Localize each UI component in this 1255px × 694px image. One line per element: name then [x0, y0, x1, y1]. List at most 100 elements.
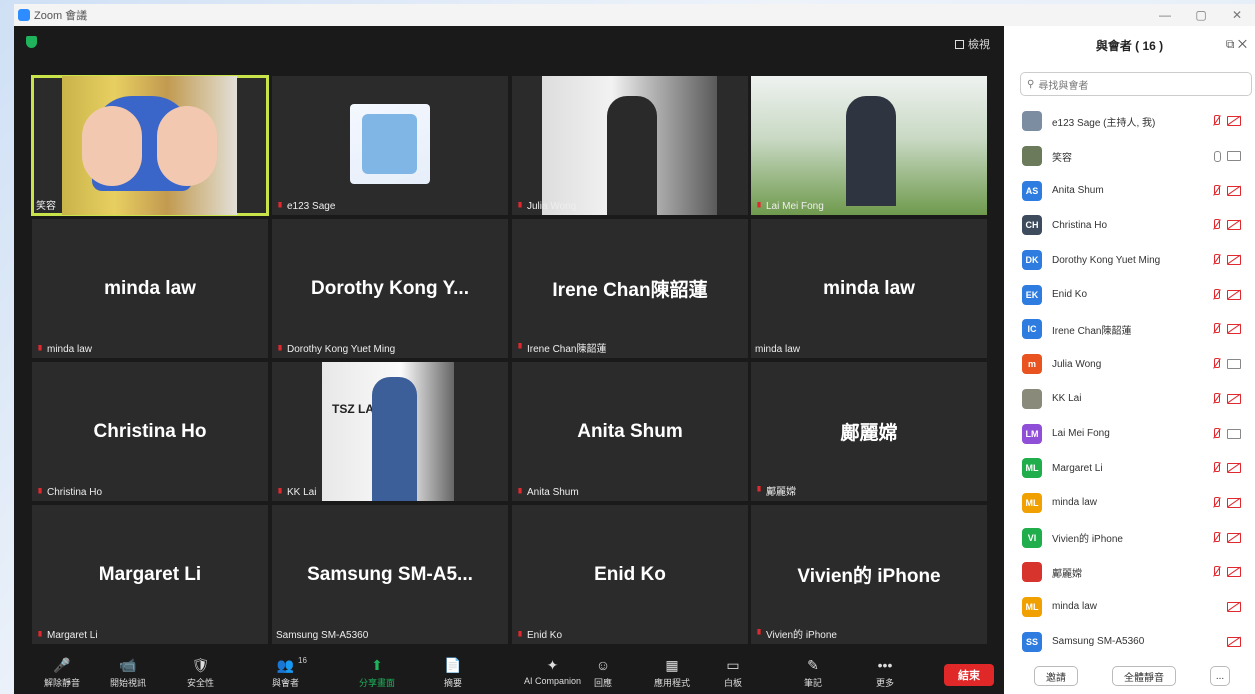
video-tile[interactable]: Julia Wong: [512, 76, 748, 215]
participant-name: 笑容: [1052, 152, 1072, 164]
camera-on-icon[interactable]: [1227, 428, 1241, 439]
mic-muted-icon[interactable]: [1211, 427, 1221, 440]
participant-row[interactable]: EK Enid Ko: [1004, 277, 1255, 312]
toolbar-item[interactable]: 👥 16 與會者: [272, 654, 307, 689]
camera-off-icon[interactable]: [1227, 463, 1241, 474]
camera-off-icon[interactable]: [1227, 601, 1241, 612]
participant-row[interactable]: KK Lai: [1004, 382, 1255, 417]
participant-search[interactable]: ⚲ 尋找與會者: [1020, 72, 1252, 96]
participant-row[interactable]: ML minda law: [1004, 486, 1255, 521]
video-tile[interactable]: Vivien的 iPhone Vivien的 iPhone: [751, 505, 987, 644]
view-button[interactable]: 檢視: [955, 36, 990, 52]
camera-off-icon[interactable]: [1227, 532, 1241, 543]
tile-name-text: Margaret Li: [47, 630, 98, 641]
participant-status-icons: [1211, 219, 1241, 231]
toolbar-item[interactable]: 📄 摘要: [444, 654, 462, 689]
search-placeholder: 尋找與會者: [1038, 80, 1089, 92]
mic-muted-icon[interactable]: [1211, 288, 1221, 301]
mic-muted-icon[interactable]: [1211, 462, 1221, 474]
mic-on-icon[interactable]: [1214, 150, 1221, 162]
video-tile[interactable]: Samsung SM-A5... Samsung SM-A5360: [272, 505, 508, 644]
mic-muted-icon[interactable]: [1211, 254, 1221, 266]
participant-row[interactable]: VI Vivien的 iPhone: [1004, 520, 1255, 555]
toolbar-item[interactable]: ✦ AI Companion: [524, 654, 582, 687]
mic-muted-icon[interactable]: [1211, 392, 1221, 405]
camera-off-icon[interactable]: [1227, 393, 1241, 404]
video-tile[interactable]: 笑容: [31, 75, 269, 216]
participant-row[interactable]: CH Christina Ho: [1004, 208, 1255, 243]
camera-off-icon[interactable]: [1227, 220, 1241, 231]
video-tile[interactable]: Dorothy Kong Y... Dorothy Kong Yuet Ming: [272, 219, 508, 358]
mic-muted-icon[interactable]: [1211, 115, 1221, 127]
mic-muted-icon[interactable]: [1211, 358, 1221, 370]
participant-row[interactable]: DK Dorothy Kong Yuet Ming: [1004, 243, 1255, 278]
video-tile[interactable]: Enid Ko Enid Ko: [512, 505, 748, 644]
camera-off-icon[interactable]: [1227, 324, 1241, 335]
participant-row[interactable]: 笑容: [1004, 139, 1255, 174]
encryption-shield-icon[interactable]: [26, 36, 37, 48]
video-tile[interactable]: minda law minda law: [32, 219, 268, 358]
close-window-button[interactable]: ✕: [1219, 4, 1255, 26]
mic-muted-icon[interactable]: [1211, 184, 1221, 197]
maximize-button[interactable]: ▢: [1183, 4, 1219, 26]
more-options-button[interactable]: ...: [1210, 666, 1230, 686]
video-tile[interactable]: Anita Shum Anita Shum: [512, 362, 748, 501]
minimize-button[interactable]: —: [1147, 4, 1183, 26]
camera-off-icon[interactable]: [1227, 567, 1241, 578]
video-tile[interactable]: e123 Sage: [272, 76, 508, 215]
camera-off-icon[interactable]: [1227, 289, 1241, 300]
mic-muted-icon[interactable]: [1211, 566, 1221, 578]
tile-name-label: Enid Ko: [516, 630, 562, 641]
participant-name: Lai Mei Fong: [1052, 428, 1110, 440]
close-panel-icon[interactable]: ✕: [1238, 37, 1247, 51]
participant-row[interactable]: AS Anita Shum: [1004, 173, 1255, 208]
toolbar-label: 分享畫面: [359, 678, 396, 688]
tile-display-name: 鄺麗嫦: [840, 423, 898, 444]
camera-off-icon[interactable]: [1227, 636, 1241, 647]
participant-status-icons: [1227, 601, 1241, 612]
toolbar-item[interactable]: 🛡 安全性: [187, 654, 214, 689]
tile-name-text: e123 Sage: [287, 201, 336, 212]
toolbar-item[interactable]: ⬆ 分享畫面: [359, 654, 395, 689]
mic-muted-icon[interactable]: [1211, 219, 1221, 231]
mute-all-button[interactable]: 全體靜音: [1112, 666, 1176, 686]
tile-name-text: Samsung SM-A5360: [276, 630, 369, 641]
tile-name-label: Christina Ho: [36, 487, 102, 498]
camera-on-icon[interactable]: [1227, 151, 1241, 162]
mic-muted-icon: [518, 342, 522, 349]
video-tile[interactable]: Lai Mei Fong: [751, 76, 987, 215]
video-tile[interactable]: TSZ LANE KK Lai: [272, 362, 508, 501]
video-tile[interactable]: Irene Chan陳韶蓮 Irene Chan陳韶蓮: [512, 219, 748, 358]
toolbar-label: AI Companion: [524, 676, 582, 686]
mic-muted-icon[interactable]: [1211, 496, 1221, 509]
participant-status-icons: [1211, 531, 1241, 544]
participant-row[interactable]: ML Margaret Li: [1004, 451, 1255, 486]
toolbar-item[interactable]: ▭ 白板: [724, 654, 742, 689]
toolbar-item[interactable]: ••• 更多: [876, 654, 894, 689]
toolbar-item[interactable]: 📹 開始視訊: [110, 654, 146, 689]
camera-off-icon[interactable]: [1227, 497, 1241, 508]
camera-off-icon[interactable]: [1227, 255, 1241, 266]
toolbar-item[interactable]: ▦ 應用程式: [654, 654, 690, 689]
popout-icon[interactable]: ⧉: [1226, 37, 1235, 51]
mic-muted-icon[interactable]: [1211, 531, 1221, 544]
invite-button[interactable]: 邀請: [1034, 666, 1078, 686]
toolbar-item[interactable]: 🎤 解除靜音: [44, 654, 80, 689]
video-tile[interactable]: Margaret Li Margaret Li: [32, 505, 268, 644]
participant-row[interactable]: e123 Sage (主持人, 我): [1004, 104, 1255, 139]
toolbar-item[interactable]: ☺ 回應: [594, 654, 612, 689]
participant-row[interactable]: m Julia Wong: [1004, 347, 1255, 382]
video-tile[interactable]: 鄺麗嫦 鄺麗嫦: [751, 362, 987, 501]
participant-row[interactable]: 鄺麗嫦: [1004, 555, 1255, 590]
end-meeting-button[interactable]: 結束: [944, 664, 994, 686]
video-tile[interactable]: Christina Ho Christina Ho: [32, 362, 268, 501]
participant-row[interactable]: IC Irene Chan陳韶蓮: [1004, 312, 1255, 347]
camera-off-icon[interactable]: [1227, 116, 1241, 127]
toolbar-item[interactable]: ✎ 筆記: [804, 654, 822, 689]
participant-row[interactable]: ML minda law: [1004, 590, 1255, 625]
camera-on-icon[interactable]: [1227, 359, 1241, 370]
mic-muted-icon[interactable]: [1211, 323, 1221, 335]
video-tile[interactable]: minda law minda law: [751, 219, 987, 358]
camera-off-icon[interactable]: [1227, 185, 1241, 196]
participant-row[interactable]: LM Lai Mei Fong: [1004, 416, 1255, 451]
